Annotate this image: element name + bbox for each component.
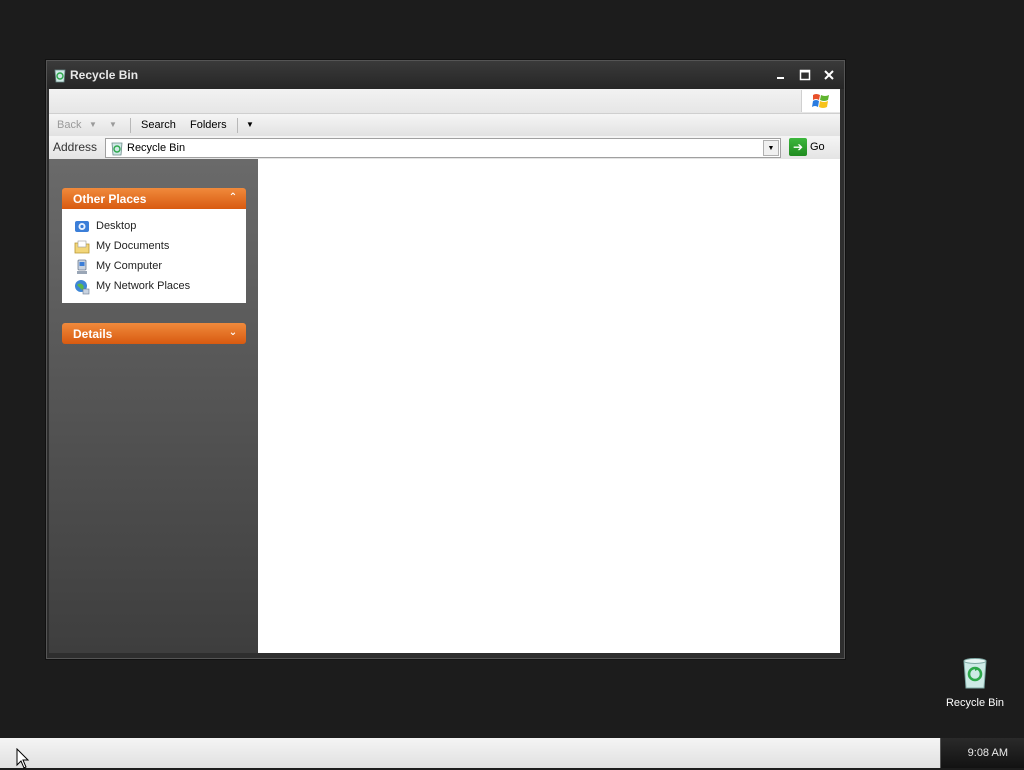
minimize-icon [777,77,784,79]
address-field[interactable]: Recycle Bin ▼ [105,138,781,158]
place-label: Desktop [96,220,137,232]
place-my-network-places[interactable]: My Network Places [62,277,246,297]
place-label: My Computer [96,260,163,272]
toolbar-divider [237,118,238,133]
explorer-window: Recycle Bin Back ▼ ▼ Search Folders ▼ Ad… [46,60,845,659]
expand-icon[interactable]: ⌄ [226,326,240,340]
my-computer-icon [77,259,87,274]
network-places-icon [75,280,90,295]
folders-button[interactable]: Folders [190,114,227,136]
system-tray: 9:08 AM [940,738,1024,768]
details-header[interactable]: Details ⌄ [62,323,246,344]
window-title: Recycle Bin [70,68,139,82]
address-dropdown-icon[interactable]: ▼ [763,140,779,156]
task-pane: Other Places ⌃ Desktop My Documents My C… [49,159,258,653]
place-my-computer[interactable]: My Computer [62,257,246,277]
views-dropdown-icon[interactable]: ▼ [246,114,254,136]
file-list-area[interactable] [258,159,840,653]
recycle-bin-icon [54,69,66,83]
close-icon [824,70,834,80]
recycle-bin-icon [963,658,987,689]
maximize-button[interactable] [795,66,815,84]
other-places-list: Desktop My Documents My Computer My Netw… [62,209,246,303]
forward-button[interactable]: ▼ [109,114,117,136]
mouse-cursor-icon [16,748,30,769]
collapse-icon[interactable]: ⌃ [226,191,240,205]
clock[interactable]: 9:08 AM [968,747,1008,759]
details-panel: Details ⌄ [62,323,246,344]
address-bar: Address Recycle Bin ▼ ➔ Go [49,136,840,159]
search-button[interactable]: Search [141,114,176,136]
desktop-recycle-bin[interactable]: Recycle Bin [942,656,1008,709]
back-button[interactable]: Back [57,114,81,136]
go-label: Go [810,141,825,153]
other-places-title: Other Places [73,192,147,206]
back-dropdown-icon[interactable]: ▼ [89,114,97,136]
minimize-button[interactable] [771,66,791,84]
place-label: My Network Places [96,280,191,292]
title-bar[interactable]: Recycle Bin [47,61,844,89]
other-places-panel: Other Places ⌃ Desktop My Documents My C… [62,188,246,303]
place-desktop[interactable]: Desktop [62,217,246,237]
desktop-icon [75,221,89,232]
taskbar: 9:08 AM [0,738,1024,768]
go-arrow-icon: ➔ [789,138,807,156]
close-button[interactable] [819,66,839,84]
recycle-bin-icon [111,142,123,156]
details-title: Details [73,327,113,341]
my-documents-icon [74,240,90,254]
other-places-header[interactable]: Other Places ⌃ [62,188,246,209]
menu-bar [49,89,840,114]
desktop-icon-label: Recycle Bin [945,697,1005,709]
place-label: My Documents [96,240,170,252]
maximize-icon [799,69,811,81]
windows-logo-icon [801,90,840,112]
toolbar-divider [130,118,131,133]
address-value: Recycle Bin [127,142,186,154]
go-button[interactable]: ➔ Go [789,138,825,156]
place-my-documents[interactable]: My Documents [62,237,246,257]
toolbar: Back ▼ ▼ Search Folders ▼ [49,114,840,137]
address-label: Address [53,140,98,154]
